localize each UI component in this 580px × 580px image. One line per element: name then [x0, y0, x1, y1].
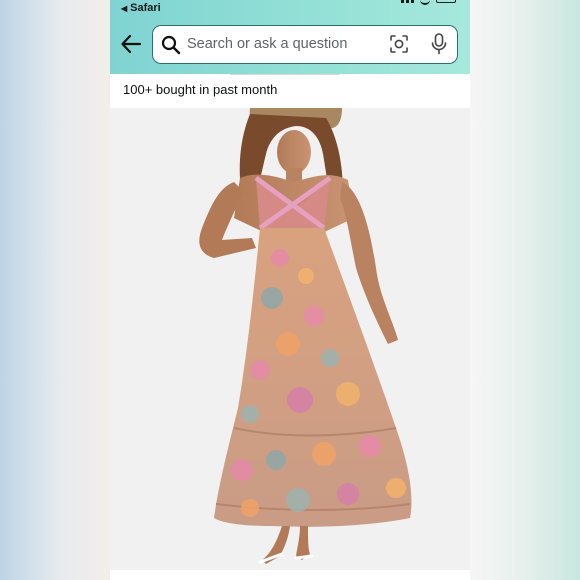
search-header: ◀ Safari — [110, 0, 470, 74]
search-input[interactable] — [187, 28, 377, 60]
cut-off-text-line — [230, 70, 340, 75]
search-bar[interactable] — [152, 25, 458, 64]
camera-lens-icon[interactable] — [389, 34, 409, 54]
battery-icon — [436, 0, 456, 3]
product-image[interactable] — [110, 108, 470, 570]
floral-maxi-dress-image — [110, 108, 470, 570]
cellular-signal-icon — [401, 0, 414, 3]
social-proof-bar: 100+ bought in past month — [110, 74, 470, 108]
wifi-icon — [420, 0, 430, 5]
back-app-label: Safari — [130, 2, 161, 14]
phone-screen: ◀ Safari 1 — [110, 0, 470, 580]
search-icon — [161, 35, 181, 55]
status-icons — [401, 0, 456, 5]
back-to-app[interactable]: ◀ Safari — [121, 2, 161, 14]
bottom-strip — [110, 570, 470, 580]
microphone-icon[interactable] — [431, 33, 447, 55]
back-triangle-icon: ◀ — [121, 3, 128, 13]
bought-count-label: 100+ bought in past month — [123, 82, 278, 97]
arrow-left-icon[interactable] — [120, 33, 142, 55]
